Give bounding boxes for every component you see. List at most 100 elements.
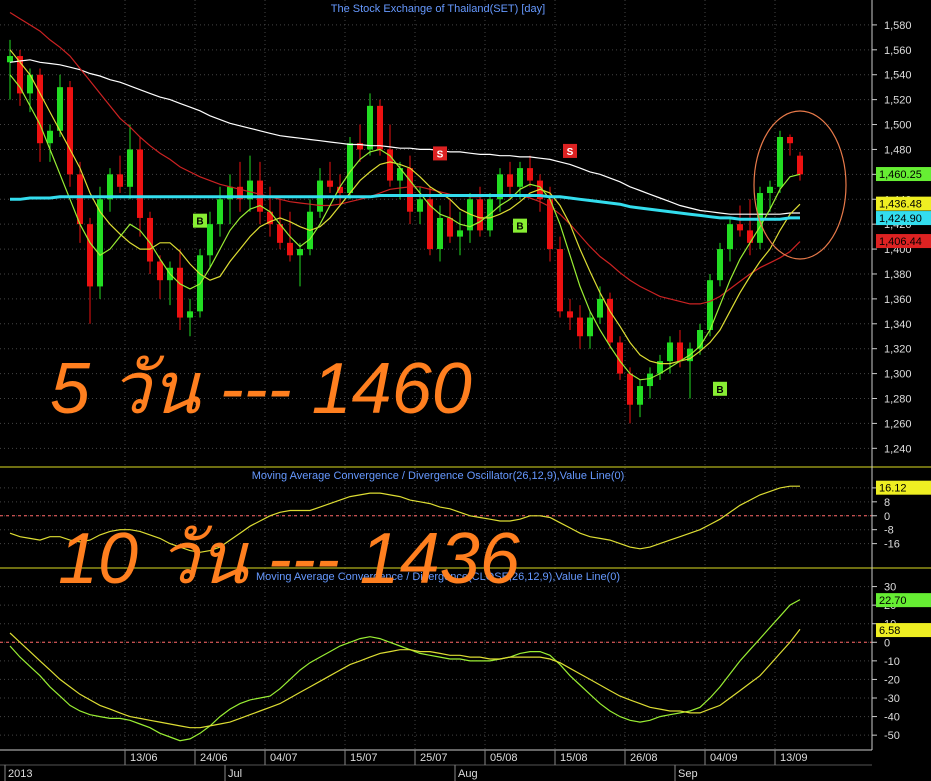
candle-body — [587, 317, 593, 337]
y-tick-label: -30 — [884, 693, 900, 705]
signal-label: S — [567, 147, 574, 158]
y-tick-label: 1,260 — [884, 418, 912, 430]
price-tag: 1,436.48 — [876, 196, 931, 211]
candle-body — [457, 230, 463, 237]
y-tick-label: -10 — [884, 656, 900, 668]
y-tick-label: 30 — [884, 582, 896, 594]
candle-body — [727, 224, 733, 250]
candle-body — [517, 168, 523, 187]
y-tick-label: -50 — [884, 730, 900, 742]
x-tick-label: 15/08 — [560, 752, 588, 764]
candle-body — [597, 298, 603, 318]
candle-body — [637, 386, 643, 405]
candle-body — [67, 87, 73, 175]
y-tick-label: 1,480 — [884, 144, 912, 156]
price-tag: 1,460.25 — [876, 167, 931, 182]
price-tag-label: 1,406.44 — [879, 236, 922, 248]
y-tick-label: -16 — [884, 539, 900, 551]
price-tag: 22.70 — [876, 593, 931, 608]
price-tag: 1,424.90 — [876, 211, 931, 226]
price-tag-label: 1,460.25 — [879, 169, 922, 181]
candle-body — [577, 317, 583, 337]
month-label: Aug — [458, 768, 478, 780]
signal-label: B — [196, 217, 203, 228]
y-tick-label: 1,380 — [884, 269, 912, 281]
y-tick-label: -40 — [884, 712, 900, 724]
y-tick-label: 1,560 — [884, 45, 912, 57]
x-tick-label: 26/08 — [630, 752, 658, 764]
candle-body — [7, 56, 13, 63]
candle-body — [477, 199, 483, 231]
candle-body — [117, 174, 123, 187]
price-tag: 16.12 — [876, 480, 931, 495]
candle-body — [627, 373, 633, 405]
candle-body — [207, 224, 213, 256]
price-tag-label: 22.70 — [879, 595, 907, 607]
candle-body — [677, 342, 683, 362]
candle-body — [137, 149, 143, 218]
y-tick-label: -20 — [884, 674, 900, 686]
candle-body — [567, 311, 573, 318]
candle-body — [447, 217, 453, 237]
candle-body — [777, 136, 783, 187]
y-tick-label: -8 — [884, 525, 894, 537]
x-tick-label: 24/06 — [200, 752, 228, 764]
y-tick-label: 1,240 — [884, 443, 912, 455]
month-label: Sep — [678, 768, 698, 780]
y-tick-label: 0 — [884, 637, 890, 649]
annotation-ten-day: 10 วัน --- 1436 — [58, 519, 520, 599]
x-tick-label: 04/07 — [270, 752, 298, 764]
price-tag: 6.58 — [876, 623, 931, 638]
candle-body — [667, 342, 673, 362]
annotation-five-day: 5 วัน --- 1460 — [50, 349, 472, 429]
y-tick-label: 1,340 — [884, 319, 912, 331]
candle-body — [797, 155, 803, 175]
y-tick-label: 1,580 — [884, 20, 912, 32]
candle-body — [527, 168, 533, 181]
x-tick-label: 13/09 — [780, 752, 808, 764]
price-tag-label: 16.12 — [879, 483, 907, 495]
price-tag-label: 1,436.48 — [879, 199, 922, 211]
month-label: Jul — [228, 768, 242, 780]
candle-body — [647, 373, 653, 387]
candle-body — [127, 149, 133, 187]
candle-body — [787, 136, 793, 144]
y-tick-label: 1,280 — [884, 394, 912, 406]
price-tag: 1,406.44 — [876, 234, 931, 249]
month-label: 2013 — [8, 768, 32, 780]
x-tick-label: 25/07 — [420, 752, 448, 764]
candle-body — [417, 199, 423, 212]
y-tick-label: 1,360 — [884, 294, 912, 306]
candle-body — [607, 298, 613, 343]
candle-body — [507, 174, 513, 187]
candle-body — [297, 249, 303, 256]
candle-body — [737, 224, 743, 231]
price-tag-label: 6.58 — [879, 625, 900, 637]
candle-body — [47, 130, 53, 144]
y-tick-label: 8 — [884, 497, 890, 509]
x-tick-label: 04/09 — [710, 752, 738, 764]
candle-body — [767, 186, 773, 194]
x-tick-label: 15/07 — [350, 752, 378, 764]
candle-body — [747, 230, 753, 243]
y-tick-label: 0 — [884, 511, 890, 523]
candle-body — [177, 267, 183, 318]
y-tick-label: 1,540 — [884, 70, 912, 82]
candle-body — [327, 180, 333, 187]
candle-body — [37, 74, 43, 144]
candle-body — [367, 105, 373, 150]
pane-title: The Stock Exchange of Thailand(SET) [day… — [331, 3, 545, 15]
candle-body — [287, 242, 293, 256]
candle-body — [557, 249, 563, 312]
candle-body — [157, 261, 163, 281]
signal-label: B — [716, 385, 723, 396]
candle-body — [347, 143, 353, 194]
candle-body — [437, 217, 443, 250]
candle-body — [707, 280, 713, 331]
pane-title: Moving Average Convergence / Divergence … — [252, 470, 625, 482]
price-tag-label: 1,424.90 — [879, 213, 922, 225]
y-tick-label: 1,320 — [884, 344, 912, 356]
signal-label: B — [516, 222, 523, 233]
candle-body — [717, 249, 723, 281]
y-tick-label: 1,520 — [884, 95, 912, 107]
